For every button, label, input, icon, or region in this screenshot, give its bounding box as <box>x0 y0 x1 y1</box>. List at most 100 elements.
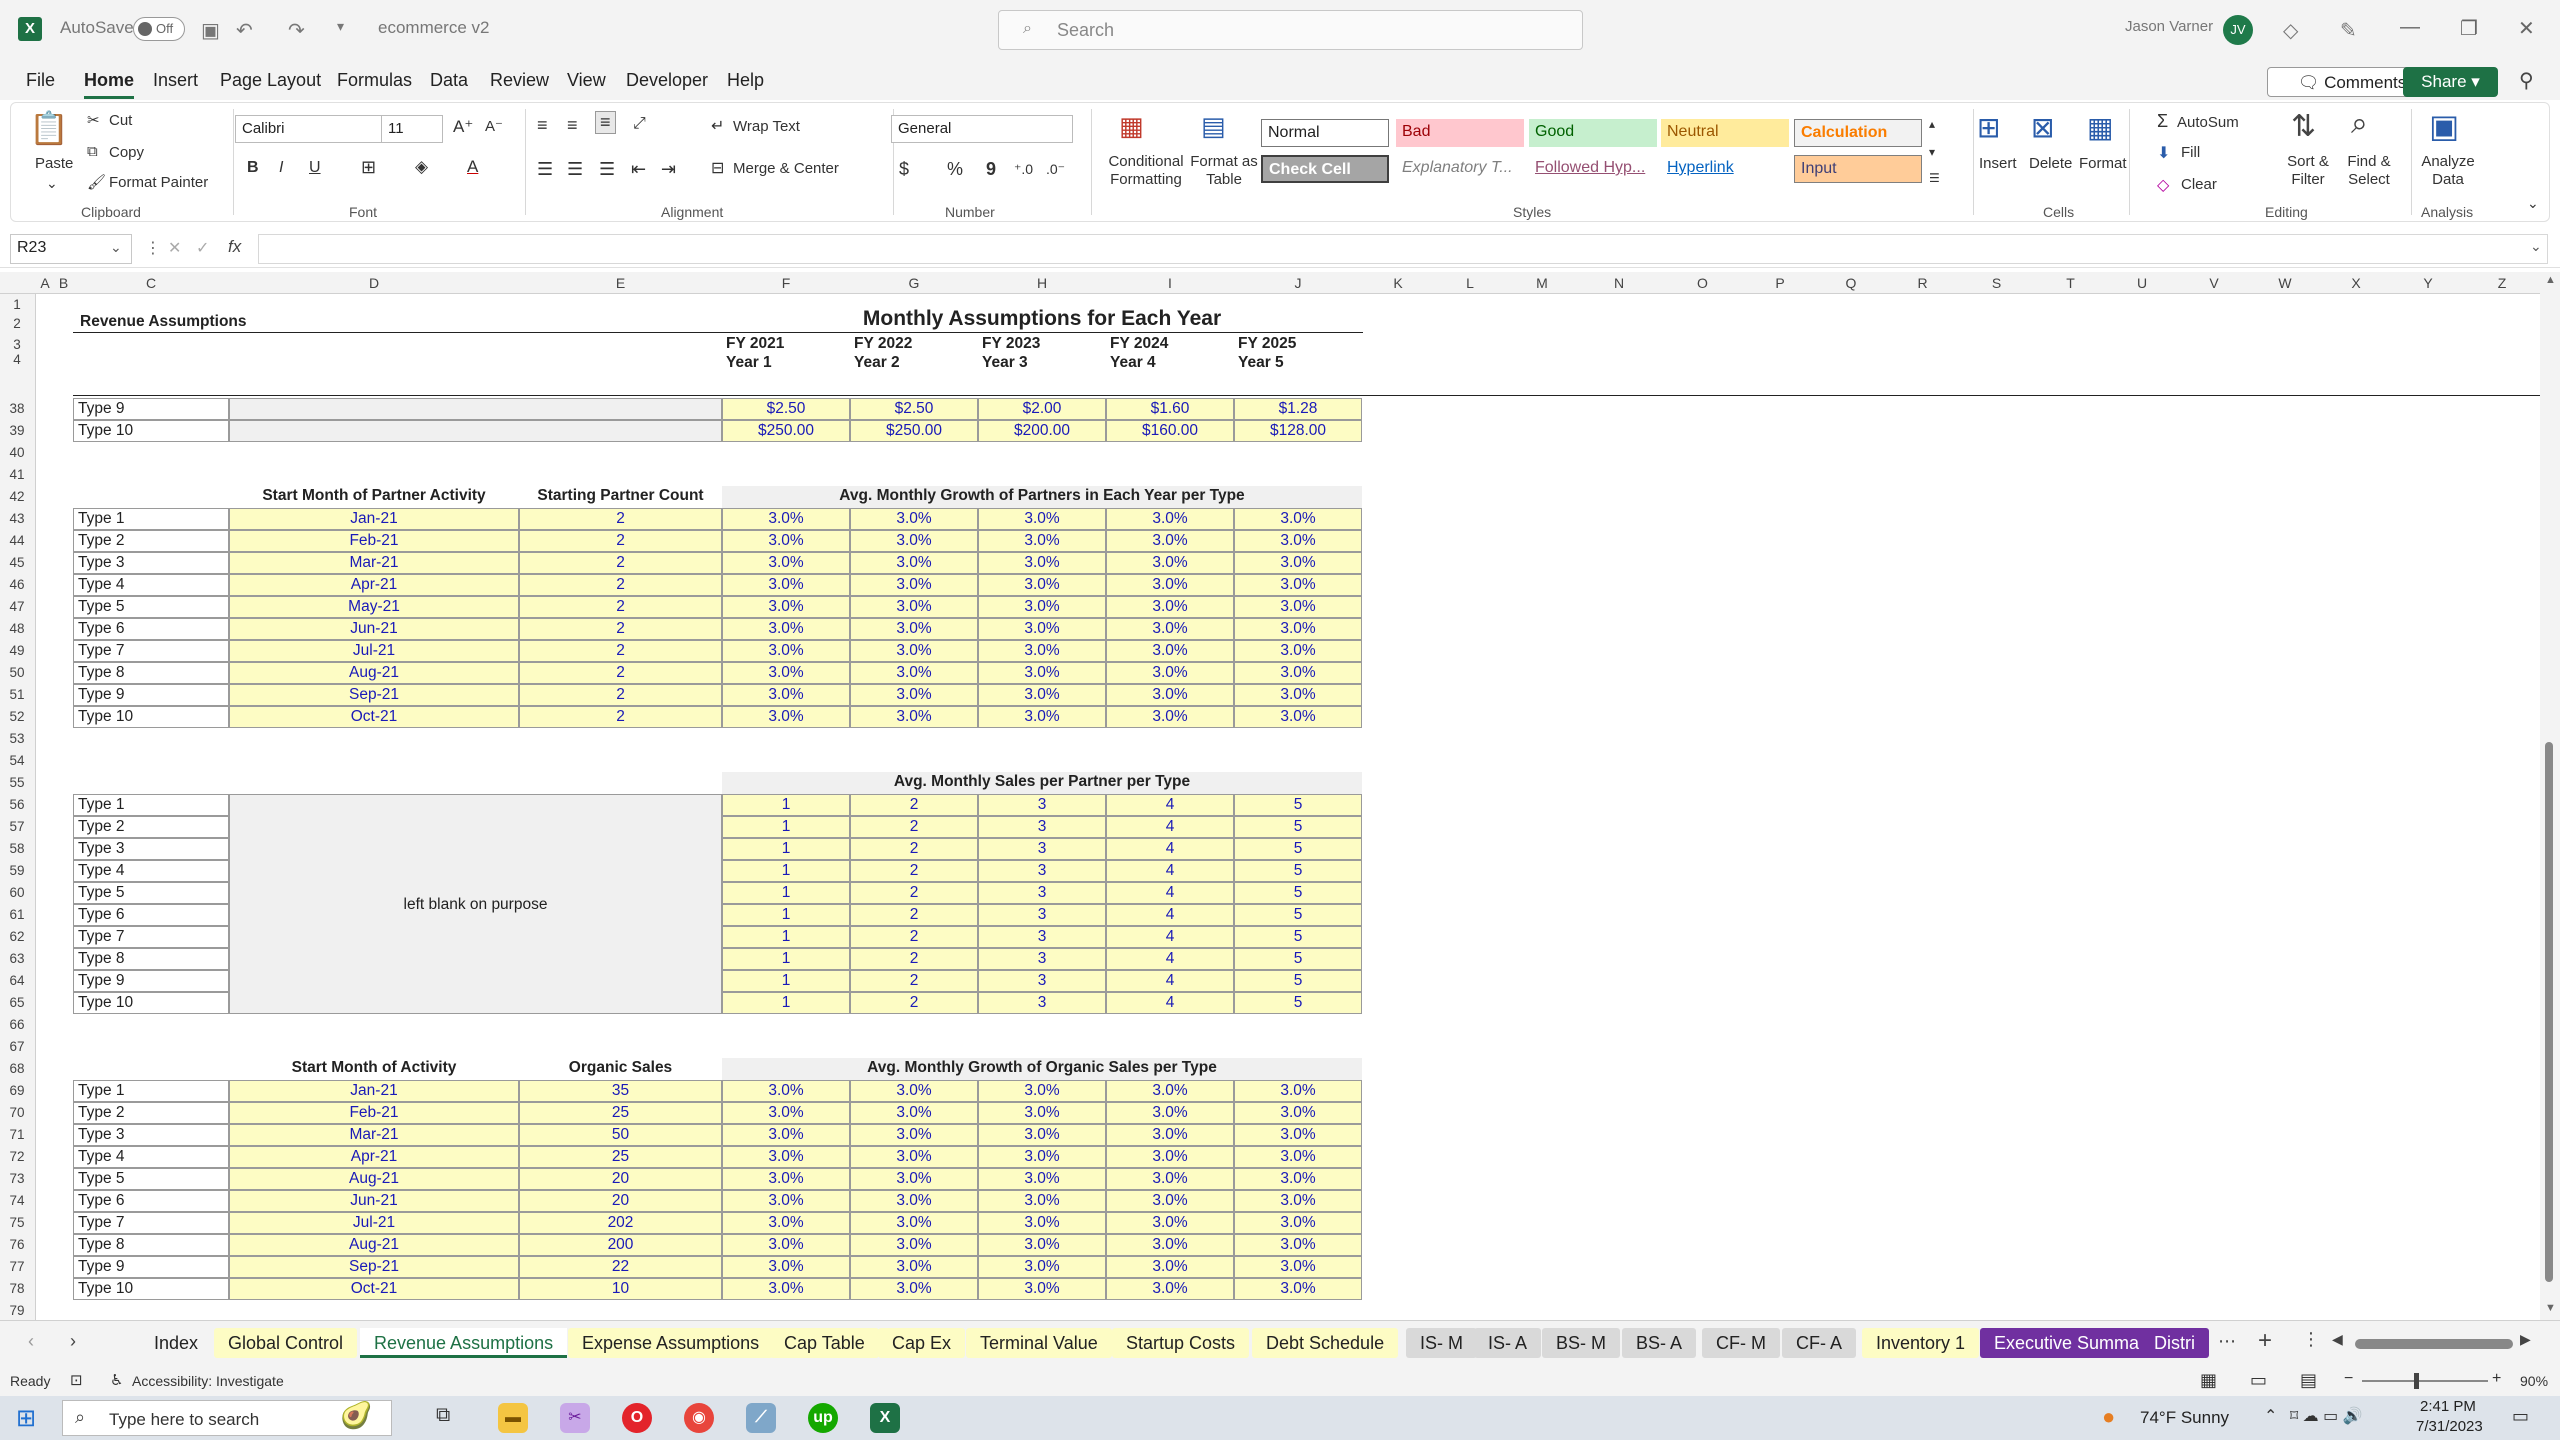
input-cell[interactable]: 1 <box>722 904 850 926</box>
format-painter-button[interactable]: Format Painter <box>109 174 208 191</box>
row-header-63[interactable]: 63 <box>0 951 34 966</box>
style-bad[interactable]: Bad <box>1396 119 1524 147</box>
input-cell[interactable]: 3.0% <box>978 1168 1106 1190</box>
align-right-icon[interactable]: ☰ <box>599 159 615 180</box>
row-header-58[interactable]: 58 <box>0 841 34 856</box>
input-cell[interactable]: 3.0% <box>722 662 850 684</box>
row-header-54[interactable]: 54 <box>0 753 34 768</box>
input-cell[interactable]: 4 <box>1106 948 1234 970</box>
input-cell[interactable]: 2 <box>519 574 722 596</box>
copy-icon[interactable]: ⧉ <box>87 143 98 160</box>
input-cell[interactable]: Jul-21 <box>229 640 519 662</box>
input-cell[interactable]: 3.0% <box>1106 1080 1234 1102</box>
fill-button[interactable]: Fill <box>2181 144 2200 161</box>
macro-record-icon[interactable]: ⊡ <box>70 1371 83 1389</box>
style-good[interactable]: Good <box>1529 119 1657 147</box>
input-cell[interactable]: 3.0% <box>850 596 978 618</box>
input-cell[interactable]: 2 <box>519 640 722 662</box>
style-check-cell[interactable]: Check Cell <box>1261 155 1389 183</box>
input-cell[interactable]: 3.0% <box>1106 508 1234 530</box>
input-cell[interactable]: 3.0% <box>1106 1256 1234 1278</box>
column-header-n[interactable]: N <box>1578 275 1660 291</box>
name-box-dropdown-icon[interactable]: ⌄ <box>110 239 122 256</box>
find-select-icon[interactable]: ⌕ <box>2351 107 2368 141</box>
row-header-43[interactable]: 43 <box>0 511 34 526</box>
sheet-tab[interactable]: Cap Ex <box>878 1328 966 1358</box>
input-cell[interactable]: 3.0% <box>1106 1168 1234 1190</box>
input-cell[interactable]: 3.0% <box>978 1190 1106 1212</box>
merge-center-button[interactable]: Merge & Center <box>733 160 839 177</box>
input-cell[interactable]: 4 <box>1106 904 1234 926</box>
sheet-tab[interactable]: Inventory 1 <box>1862 1328 1980 1358</box>
row-header-48[interactable]: 48 <box>0 621 34 636</box>
input-cell[interactable]: 3 <box>978 838 1106 860</box>
input-cell[interactable]: 2 <box>519 706 722 728</box>
input-cell[interactable]: 3.0% <box>722 574 850 596</box>
column-header-x[interactable]: X <box>2320 275 2392 291</box>
autosave-toggle[interactable]: Off <box>133 17 185 41</box>
column-header-c[interactable]: C <box>73 275 229 291</box>
row-header-45[interactable]: 45 <box>0 555 34 570</box>
input-cell[interactable]: 3.0% <box>722 1234 850 1256</box>
input-cell[interactable]: 1 <box>722 838 850 860</box>
autosum-button[interactable]: AutoSum <box>2177 114 2239 131</box>
input-cell[interactable]: 3.0% <box>1106 640 1234 662</box>
input-cell[interactable]: $250.00 <box>850 420 978 442</box>
row-label[interactable]: Type 1 <box>73 1080 229 1102</box>
sheet-tab[interactable]: Terminal Value <box>966 1328 1112 1358</box>
row-label[interactable]: Type 3 <box>73 1124 229 1146</box>
input-cell[interactable]: 3.0% <box>1234 1278 1362 1300</box>
input-cell[interactable]: 3 <box>978 794 1106 816</box>
row-header-2[interactable]: 2 <box>0 316 34 331</box>
input-cell[interactable]: 3 <box>978 816 1106 838</box>
row-header-47[interactable]: 47 <box>0 599 34 614</box>
input-cell[interactable]: 3.0% <box>850 1212 978 1234</box>
paste-button[interactable]: Paste <box>35 155 73 172</box>
coauthor-icon[interactable]: ⚲ <box>2519 68 2534 93</box>
column-header-v[interactable]: V <box>2178 275 2250 291</box>
input-cell[interactable]: 5 <box>1234 948 1362 970</box>
column-header-d[interactable]: D <box>229 275 519 291</box>
input-cell[interactable]: 3 <box>978 860 1106 882</box>
input-cell[interactable]: 3.0% <box>1234 706 1362 728</box>
input-cell[interactable]: 200 <box>519 1234 722 1256</box>
windows-start-icon[interactable]: ⊞ <box>16 1404 36 1433</box>
input-cell[interactable]: 3.0% <box>978 1102 1106 1124</box>
input-cell[interactable]: Jun-21 <box>229 1190 519 1212</box>
partners-growth-header[interactable]: Avg. Monthly Growth of Partners in Each … <box>722 486 1362 508</box>
input-cell[interactable]: 3.0% <box>850 508 978 530</box>
tab-data[interactable]: Data <box>430 70 468 91</box>
input-cell[interactable]: 3.0% <box>978 706 1106 728</box>
input-cell[interactable]: 3.0% <box>850 1102 978 1124</box>
input-cell[interactable]: 2 <box>519 596 722 618</box>
input-cell[interactable]: $1.28 <box>1234 398 1362 420</box>
input-cell[interactable]: 3.0% <box>1106 1124 1234 1146</box>
style-neutral[interactable]: Neutral <box>1661 119 1789 147</box>
row-label[interactable]: Type 2 <box>73 1102 229 1124</box>
input-cell[interactable]: 3.0% <box>1234 508 1362 530</box>
row-header-60[interactable]: 60 <box>0 885 34 900</box>
row-header-65[interactable]: 65 <box>0 995 34 1010</box>
row-header-78[interactable]: 78 <box>0 1281 34 1296</box>
column-header-t[interactable]: T <box>2035 275 2106 291</box>
row-header-73[interactable]: 73 <box>0 1171 34 1186</box>
input-cell[interactable]: 3.0% <box>978 640 1106 662</box>
input-cell[interactable]: 20 <box>519 1190 722 1212</box>
input-cell[interactable]: 2 <box>519 662 722 684</box>
search-box[interactable]: ⌕ Search <box>998 10 1583 50</box>
column-header-a[interactable]: A <box>36 275 54 291</box>
sheet-tab[interactable]: CF- A <box>1782 1328 1857 1358</box>
format-cells-button[interactable]: Format <box>2079 155 2127 172</box>
input-cell[interactable]: 3.0% <box>1234 1080 1362 1102</box>
input-cell[interactable]: 2 <box>850 882 978 904</box>
row-label[interactable]: Type 5 <box>73 882 229 904</box>
input-cell[interactable]: Oct-21 <box>229 706 519 728</box>
tab-page-layout[interactable]: Page Layout <box>220 70 321 91</box>
input-cell[interactable]: 4 <box>1106 882 1234 904</box>
row-label[interactable]: Type 10 <box>73 992 229 1014</box>
input-cell[interactable]: 3.0% <box>1106 1102 1234 1124</box>
row-header-57[interactable]: 57 <box>0 819 34 834</box>
input-cell[interactable]: 2 <box>519 508 722 530</box>
column-header-z[interactable]: Z <box>2464 275 2540 291</box>
input-cell[interactable]: 3.0% <box>1106 684 1234 706</box>
